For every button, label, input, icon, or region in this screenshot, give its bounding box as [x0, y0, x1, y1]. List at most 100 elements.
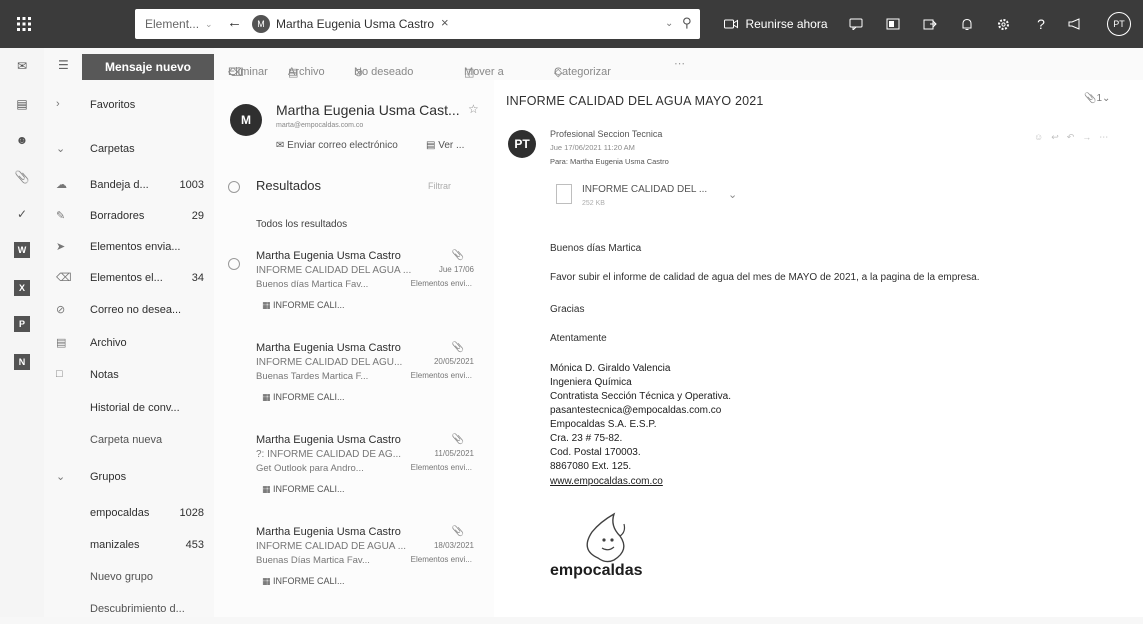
- inbox-icon: ☁: [56, 179, 67, 191]
- nav-drafts[interactable]: ✎ Borradores 29: [44, 201, 214, 231]
- help-icon[interactable]: ?: [1028, 0, 1054, 48]
- contact-email[interactable]: marta@empocaldas.com.co: [276, 122, 363, 129]
- attachment-chip[interactable]: ▦ INFORME CALI...: [262, 300, 345, 311]
- attachment-card[interactable]: INFORME CALIDAD DEL ... 252 KB ⌄: [552, 178, 742, 214]
- message-list: M Martha Eugenia Usma Cast... ☆ marta@em…: [214, 80, 494, 617]
- sender-name[interactable]: Profesional Seccion Tecnica: [550, 129, 662, 139]
- search-icon[interactable]: ⚲: [682, 15, 692, 31]
- back-arrow-icon[interactable]: ←: [227, 14, 242, 31]
- nav-deleted[interactable]: ⌫ Elementos el... 34: [44, 263, 214, 293]
- command-bar: ⌫ Eliminar ▤ Archivo ⊘ No deseado ⌄ ◫ Mo…: [214, 48, 1143, 80]
- list-item[interactable]: Martha Eugenia Usma Castro 📎 INFORME CAL…: [214, 526, 494, 616]
- all-results-label: Todos los resultados: [256, 219, 348, 230]
- nav-notes[interactable]: □ Notas: [44, 360, 214, 390]
- website-link[interactable]: www.empocaldas.com.co: [550, 476, 663, 487]
- search-box[interactable]: Element... ⌄ ← M Martha Eugenia Usma Cas…: [135, 9, 700, 39]
- nav-new-group[interactable]: Nuevo grupo: [44, 562, 214, 592]
- empocaldas-logo: empocaldas: [550, 510, 680, 590]
- nav-inbox[interactable]: ☁ Bandeja d... 1003: [44, 170, 214, 200]
- hamburger-icon[interactable]: ☰: [58, 58, 69, 72]
- teams-chat-icon[interactable]: [843, 0, 869, 48]
- more-options-icon[interactable]: ⋯: [1099, 132, 1116, 142]
- app-launcher-icon[interactable]: [10, 0, 38, 48]
- excel-app-icon[interactable]: X: [14, 280, 30, 296]
- select-all-checkbox[interactable]: [228, 181, 240, 193]
- view-profile-button[interactable]: ▤ Ver ...: [426, 140, 464, 151]
- row-checkbox[interactable]: [228, 258, 240, 270]
- subject: INFORME CALIDAD DEL AGU...: [256, 357, 403, 368]
- nav-group-empocaldas[interactable]: empocaldas 1028: [44, 498, 214, 528]
- email-closing: Atentamente: [550, 333, 607, 344]
- gear-icon[interactable]: [990, 0, 1016, 48]
- todo-icon[interactable]: ✓: [14, 206, 30, 222]
- nav-groups[interactable]: ⌄ Grupos: [44, 462, 214, 492]
- signature-line: Ingeniera Química: [550, 377, 632, 388]
- bell-icon[interactable]: [954, 0, 980, 48]
- nav-junk[interactable]: ⊘ Correo no desea...: [44, 295, 214, 325]
- word-icon[interactable]: [880, 0, 906, 48]
- chevron-down-icon[interactable]: ⌄: [728, 188, 737, 201]
- drafts-count: 29: [191, 210, 204, 222]
- contact-avatar: M: [230, 104, 262, 136]
- clear-chip-icon[interactable]: ×: [441, 15, 449, 30]
- filter-button[interactable]: Filtrar: [428, 181, 451, 191]
- file-icon: ▦: [262, 392, 271, 402]
- star-icon[interactable]: ☆: [468, 102, 479, 116]
- new-message-button[interactable]: Mensaje nuevo: [82, 54, 214, 80]
- nav-group-manizales[interactable]: manizales 453: [44, 530, 214, 560]
- chevron-down-icon[interactable]: ⌄: [665, 18, 673, 29]
- chevron-down-icon: ⌄: [56, 471, 66, 483]
- nav-archive[interactable]: ▤ Archivo: [44, 328, 214, 358]
- nav-conversation-history[interactable]: Historial de conv...: [44, 393, 214, 423]
- attachment-icon[interactable]: 📎: [14, 169, 30, 185]
- subject: ?: INFORME CALIDAD DE AG...: [256, 449, 402, 460]
- send-email-button[interactable]: ✉ Enviar correo electrónico: [276, 140, 398, 151]
- preview: Buenas Días Martica Fav...: [256, 555, 370, 566]
- sender-name: Martha Eugenia Usma Castro: [256, 526, 401, 538]
- attachment-icon: 📎: [451, 342, 464, 353]
- nav-new-folder[interactable]: Carpeta nueva: [44, 425, 214, 455]
- smile-icon[interactable]: ☺: [1034, 132, 1051, 142]
- calendar-icon[interactable]: ▤: [14, 96, 30, 112]
- attachment-chip[interactable]: ▦ INFORME CALI...: [262, 484, 345, 495]
- list-item[interactable]: Martha Eugenia Usma Castro 📎 INFORME CAL…: [214, 250, 494, 340]
- reading-pane: INFORME CALIDAD DEL AGUA MAYO 2021 📎1⌄ P…: [494, 80, 1143, 617]
- attachment-icon: 📎: [1084, 93, 1097, 104]
- forward-icon[interactable]: →: [1082, 132, 1099, 142]
- reply-all-icon[interactable]: ↶: [1067, 132, 1083, 142]
- people-icon[interactable]: ☻: [14, 132, 30, 148]
- signature-email[interactable]: pasantestecnica@empocaldas.com.co: [550, 405, 721, 416]
- meet-now-button[interactable]: Reunirse ahora: [722, 0, 830, 48]
- card-icon: ▤: [426, 140, 436, 151]
- file-icon: ▦: [262, 300, 271, 310]
- email-body: Favor subir el informe de calidad de agu…: [550, 272, 980, 283]
- logo-wordmark: empocaldas: [550, 562, 643, 579]
- attachment-icon: 📎: [451, 250, 464, 261]
- sender-avatar[interactable]: PT: [508, 130, 536, 158]
- forward-icon[interactable]: [917, 0, 943, 48]
- nav-sent[interactable]: ➤ Elementos envia...: [44, 232, 214, 262]
- reply-actions[interactable]: ☺↩↶→⋯: [1034, 132, 1116, 143]
- more-options-icon[interactable]: ⋯: [674, 57, 685, 70]
- mail-icon: ✉: [276, 140, 285, 151]
- attachment-chip[interactable]: ▦ INFORME CALI...: [262, 392, 345, 403]
- chevron-down-icon[interactable]: ⌄: [205, 19, 213, 30]
- search-contact-chip: Martha Eugenia Usma Castro: [276, 17, 435, 31]
- powerpoint-app-icon[interactable]: P: [14, 316, 30, 332]
- megaphone-icon[interactable]: [1062, 0, 1088, 48]
- nav-favorites[interactable]: › Favoritos: [44, 90, 214, 120]
- reply-icon[interactable]: ↩: [1051, 132, 1067, 142]
- nav-folders[interactable]: ⌄ Carpetas: [44, 134, 214, 164]
- user-avatar[interactable]: PT: [1104, 0, 1134, 48]
- nav-discover-groups[interactable]: Descubrimiento d...: [44, 594, 214, 624]
- app-rail: ✉ ▤ ☻ 📎 ✓ W X P N: [0, 48, 44, 617]
- list-item[interactable]: Martha Eugenia Usma Castro 📎 ?: INFORME …: [214, 434, 494, 524]
- attachment-name: INFORME CALIDAD DEL ...: [582, 184, 708, 195]
- onenote-app-icon[interactable]: N: [14, 354, 30, 370]
- search-scope[interactable]: Element...: [145, 17, 199, 31]
- list-item[interactable]: Martha Eugenia Usma Castro 📎 INFORME CAL…: [214, 342, 494, 432]
- word-app-icon[interactable]: W: [14, 242, 30, 258]
- attachment-icon: 📎: [451, 526, 464, 537]
- attachment-chip[interactable]: ▦ INFORME CALI...: [262, 576, 345, 587]
- mail-icon[interactable]: ✉: [14, 58, 30, 74]
